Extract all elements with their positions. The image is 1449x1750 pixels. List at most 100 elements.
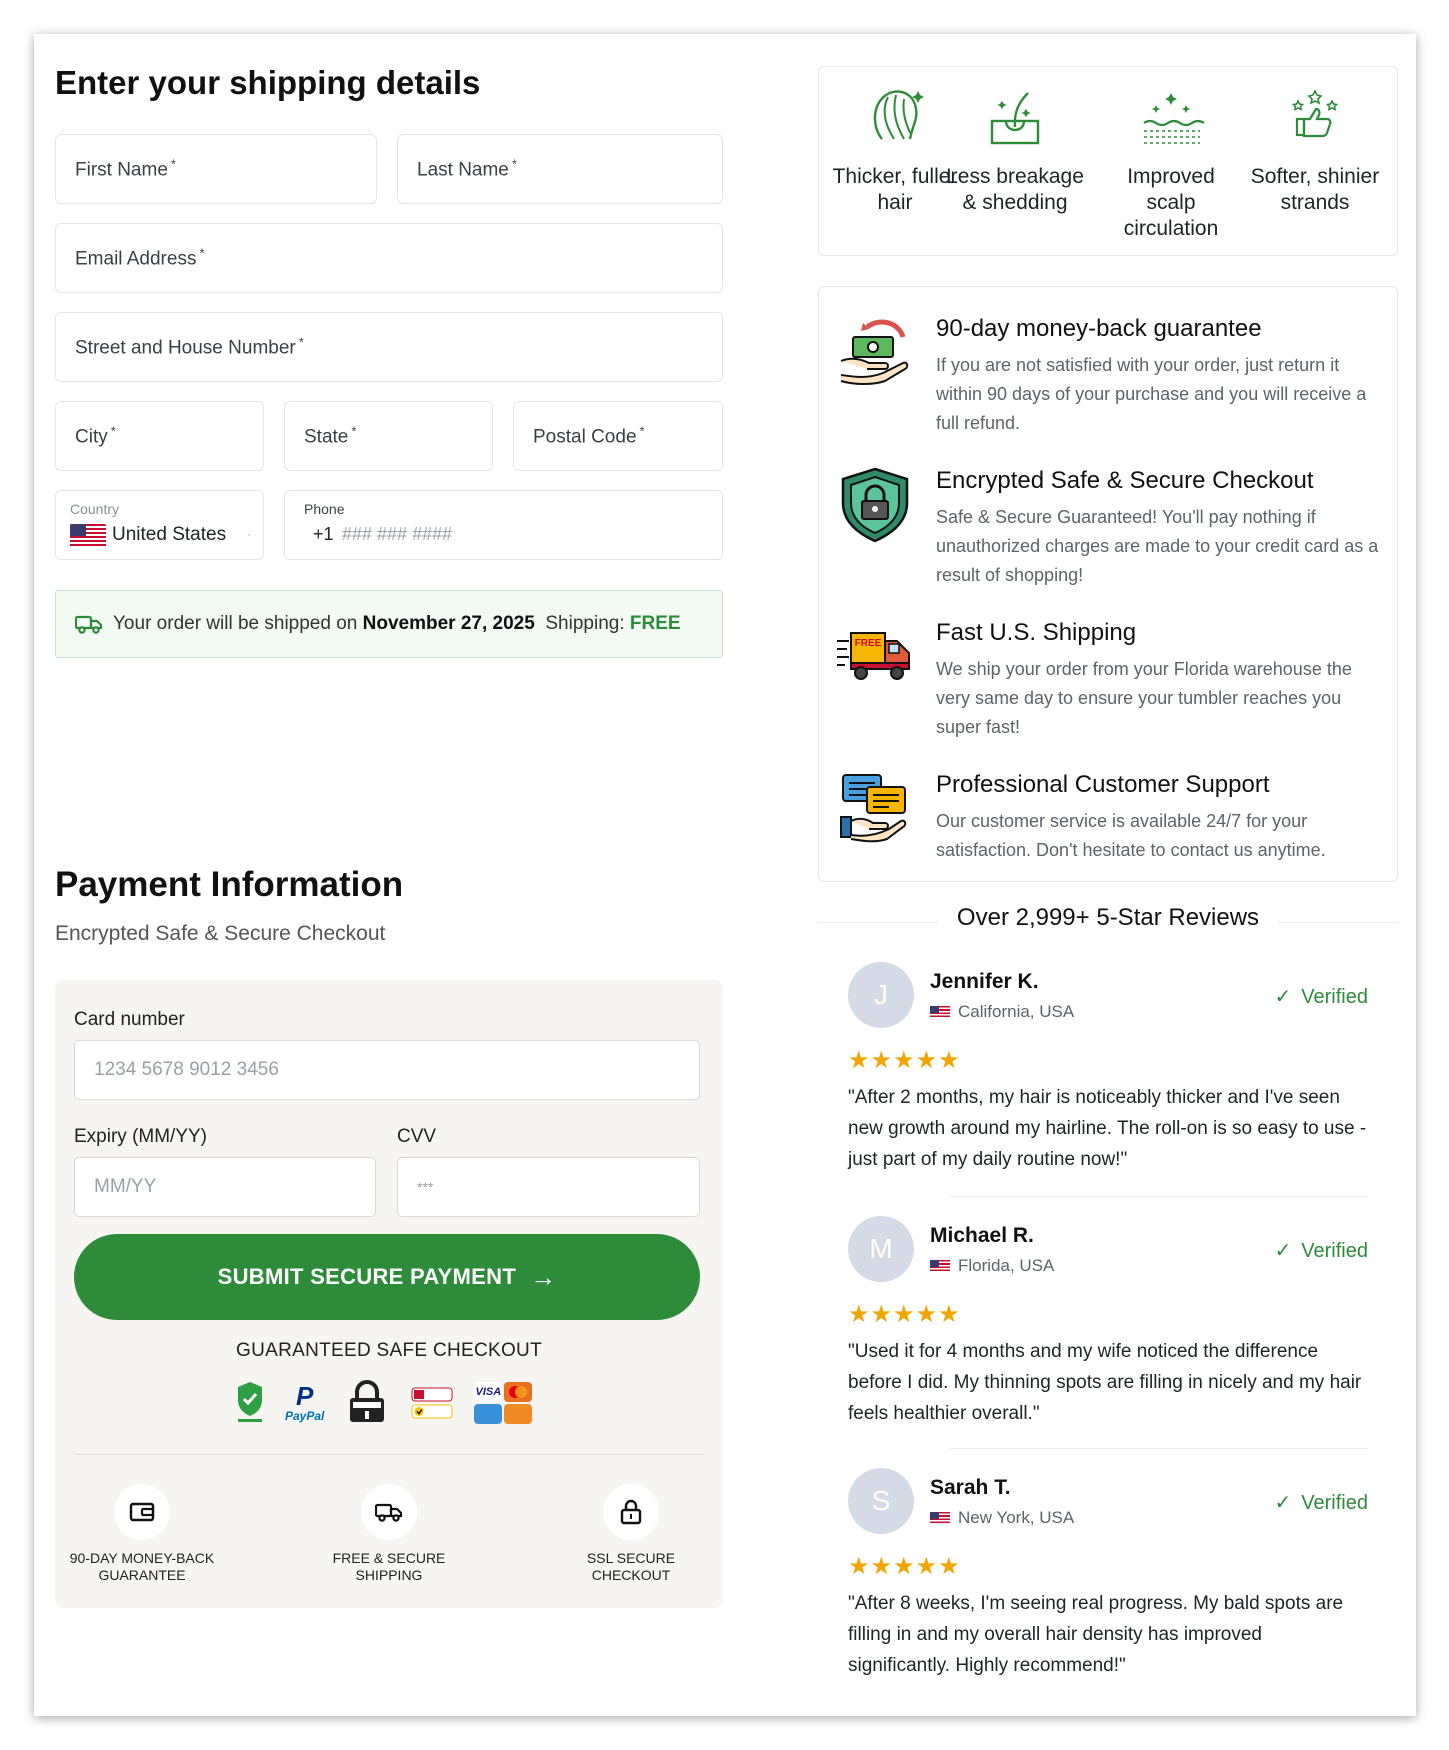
reviews-heading: Over 2,999+ 5-Star Reviews [956, 904, 1260, 931]
hair-profile-icon [873, 90, 924, 140]
paypal-badge: P PayPal [285, 1383, 324, 1423]
expiry-label: Expiry (MM/YY) [74, 1126, 207, 1147]
guarantee-label: SSL SECURE CHECKOUT [586, 1550, 676, 1583]
card-number-label: Card number [74, 1009, 185, 1030]
expiry-input[interactable]: MM/YY [74, 1157, 376, 1217]
card-number-input[interactable]: 1234 5678 9012 3456 [74, 1040, 700, 1100]
us-flag-icon [70, 524, 106, 548]
guarantee-money-back: 90-DAY MONEY-BACK GUARANTEE [62, 1484, 222, 1584]
star-rating: ★★★★★ [848, 1047, 961, 1074]
benefit-thicker-hair: Thicker, fuller hair [825, 83, 965, 216]
reviewer-location: Florida, USA [930, 1256, 1054, 1276]
shipping-cost-label: Shipping: [545, 613, 625, 634]
trust-desc: Our customer service is available 24/7 f… [936, 811, 1326, 860]
star-rating: ★★★★★ [848, 1301, 961, 1328]
phone-label: Phone [304, 501, 345, 517]
hair-follicle-icon [990, 92, 1040, 145]
ship-date-prefix: Your order will be shipped on [113, 613, 358, 634]
street-label: Street and House Number [75, 337, 296, 359]
trust-panel: 90-day money-back guarantee If you are n… [818, 286, 1398, 882]
payment-subtitle: Encrypted Safe & Secure Checkout [55, 922, 386, 945]
card-number-placeholder: 1234 5678 9012 3456 [94, 1059, 279, 1080]
cvv-placeholder: *** [417, 1179, 434, 1195]
required-mark: * [298, 334, 304, 350]
phone-field[interactable]: Phone +1 ### ### #### [284, 490, 723, 560]
state-field[interactable]: State * [284, 401, 493, 471]
payment-badges: P PayPal VISA [235, 1380, 533, 1426]
required-mark: * [639, 423, 645, 439]
phone-prefix: +1 [313, 524, 334, 544]
country-value: United States [112, 524, 227, 545]
avatar: M [848, 1216, 914, 1282]
first-name-field[interactable]: First Name * [55, 134, 377, 204]
city-field[interactable]: City * [55, 401, 264, 471]
money-hand-icon [840, 319, 909, 385]
benefit-label: Softer, shinier strands [1250, 165, 1380, 214]
trust-title: Fast U.S. Shipping [936, 619, 1137, 646]
review-text: "After 8 weeks, I'm seeing real progress… [848, 1593, 1344, 1676]
expiry-placeholder: MM/YY [94, 1176, 157, 1197]
guarantee-label: FREE & SECURE SHIPPING [332, 1550, 446, 1583]
last-name-field[interactable]: Last Name * [397, 134, 723, 204]
verified-label: Verified [1301, 986, 1368, 1008]
reviewer-location: California, USA [930, 1002, 1074, 1022]
street-field[interactable]: Street and House Number * [55, 312, 723, 382]
verified-label: Verified [1301, 1492, 1368, 1514]
verified-label: Verified [1301, 1240, 1368, 1262]
avatar: J [848, 962, 914, 1028]
payment-title: Payment Information [55, 865, 404, 904]
benefits-panel: Thicker, fuller hair Less breakage & she… [818, 66, 1398, 256]
avatar: S [848, 1468, 914, 1534]
required-mark: * [110, 423, 116, 439]
mcafee-norton-icon [411, 1387, 453, 1419]
visa-icon: VISA [474, 1382, 503, 1402]
card-brands-icon: VISA [474, 1382, 533, 1424]
benefit-label: Thicker, fuller hair [832, 165, 958, 214]
guaranteed-checkout-label: GUARANTEED SAFE CHECKOUT [236, 1340, 542, 1361]
free-badge-text: FREE [855, 638, 882, 649]
required-mark: * [199, 245, 205, 261]
state-label: State [304, 426, 349, 448]
benefit-softer-strands: Softer, shinier strands [1245, 83, 1385, 216]
shipping-date-banner: Your order will be shipped on November 2… [55, 590, 723, 658]
required-mark: * [170, 156, 176, 172]
benefit-label: Improved scalp circulation [1123, 165, 1219, 240]
trust-title: Professional Customer Support [936, 771, 1270, 798]
verified-badge: ✓ Verified [1275, 1490, 1368, 1515]
trust-desc: Safe & Secure Guaranteed! You'll pay not… [936, 507, 1379, 585]
submit-payment-label: SUBMIT SECURE PAYMENT [217, 1264, 517, 1289]
submit-payment-button[interactable]: SUBMIT SECURE PAYMENT → [74, 1234, 700, 1320]
paypal-icon: P [296, 1381, 314, 1411]
trust-title: 90-day money-back guarantee [936, 315, 1262, 342]
support-chat-icon [840, 774, 907, 843]
reviewer-name: Jennifer K. [930, 970, 1039, 993]
payment-divider [74, 1454, 704, 1455]
us-flag-icon [930, 1006, 950, 1020]
free-truck-icon: FREE [837, 632, 910, 680]
verified-badge: ✓ Verified [1275, 1238, 1368, 1263]
guarantee-label: 90-DAY MONEY-BACK GUARANTEE [69, 1550, 215, 1583]
benefit-less-breakage: Less breakage & shedding [945, 83, 1085, 216]
guarantee-shipping: FREE & SECURE SHIPPING [309, 1484, 469, 1584]
reviewer-name: Sarah T. [930, 1476, 1011, 1499]
ship-date: November 27, 2025 [362, 613, 535, 634]
guarantee-ssl: SSL SECURE CHECKOUT [551, 1484, 711, 1584]
reviews-header: Over 2,999+ 5-Star Reviews [818, 904, 1398, 940]
last-name-label: Last Name [417, 159, 509, 181]
email-field[interactable]: Email Address * [55, 223, 723, 293]
reviewer-location: New York, USA [930, 1508, 1074, 1528]
scalp-waves-icon [1143, 93, 1205, 144]
location-text: Florida, USA [958, 1256, 1055, 1275]
location-text: California, USA [958, 1002, 1075, 1021]
cvv-input[interactable]: *** [397, 1157, 700, 1217]
stripe-lock-icon [350, 1380, 385, 1422]
postal-code-field[interactable]: Postal Code * [513, 401, 723, 471]
discover-icon [504, 1404, 533, 1424]
required-mark: * [351, 423, 357, 439]
trust-desc: If you are not satisfied with your order… [936, 355, 1367, 433]
country-select[interactable]: Country United States · [55, 490, 264, 560]
required-mark: * [511, 156, 517, 172]
truck-icon [361, 1484, 417, 1540]
review-separator [950, 1448, 1368, 1449]
country-label: Country [70, 501, 120, 517]
